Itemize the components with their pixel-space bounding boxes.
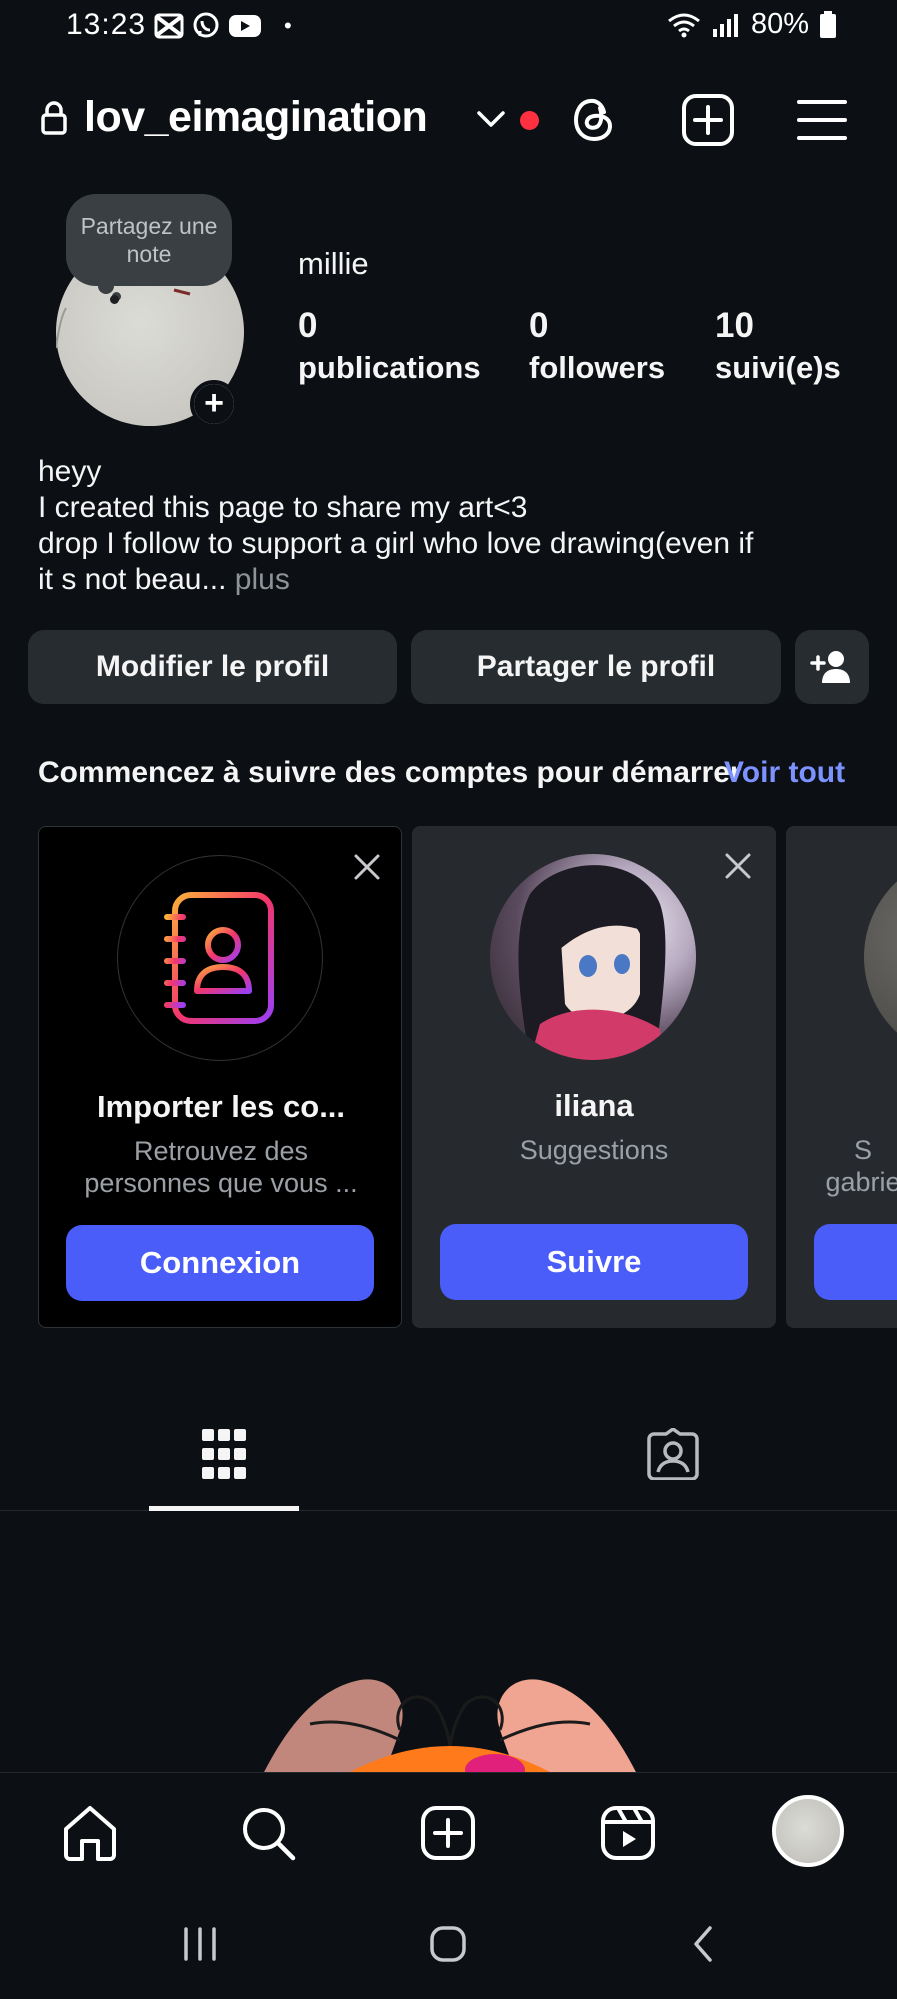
profile-avatar[interactable] [772, 1795, 844, 1867]
status-time: 13:23 [66, 8, 147, 41]
tab-posts-grid[interactable] [149, 1424, 299, 1484]
note-bubble[interactable]: Partagez une note [66, 194, 232, 286]
card-subtitle: S [853, 1135, 872, 1165]
wifi-icon [668, 13, 700, 37]
suggestion-card-iliana: iliana Suggestions Suivre [412, 826, 776, 1328]
add-story-button[interactable]: + [190, 380, 238, 428]
stat-label: publications [298, 350, 481, 385]
menu-icon[interactable] [794, 92, 850, 148]
add-person-icon [810, 651, 850, 683]
stat-label: followers [529, 350, 666, 385]
tab-active-indicator [149, 1506, 299, 1511]
notification-dot [520, 111, 539, 130]
user-avatar[interactable] [490, 854, 696, 1060]
close-icon[interactable] [347, 847, 387, 887]
recent-apps-icon[interactable] [180, 1924, 220, 1969]
bio-more-link[interactable]: plus [226, 563, 290, 596]
bio-line: drop I follow to support a girl who love… [38, 527, 754, 560]
threads-icon[interactable] [566, 92, 622, 148]
missed-call-icon [154, 13, 184, 39]
card-subtitle: personnes que vous ... [84, 1168, 358, 1198]
suggestion-card-import: Importer les co... Retrouvez des personn… [38, 826, 402, 1328]
signal-icon [712, 13, 738, 37]
bio-line: I created this page to share my art<3 [38, 491, 528, 524]
connect-button[interactable]: Connexion [66, 1225, 374, 1301]
see-all-link[interactable]: Voir tout [724, 756, 845, 790]
plus-icon: + [194, 384, 234, 424]
search-icon[interactable] [238, 1803, 298, 1868]
lock-icon [40, 100, 68, 141]
suggestion-card-partial: S gabrie [786, 826, 897, 1328]
card-title[interactable]: iliana [412, 1088, 776, 1124]
display-name: millie [298, 246, 369, 281]
avatar-spot [110, 295, 119, 304]
chevron-down-icon[interactable] [474, 104, 508, 139]
create-icon[interactable] [418, 1803, 478, 1868]
note-bubble-text: Partagez une note [80, 213, 218, 267]
status-system-icons: 80% [667, 8, 837, 41]
bio-line: heyy [38, 455, 102, 488]
stat-publications[interactable]: 0 publications [298, 306, 481, 386]
card-subtitle: gabrie [825, 1167, 897, 1197]
home-icon[interactable] [60, 1803, 120, 1868]
bio-line: it s not beau... [38, 563, 227, 596]
back-icon[interactable] [684, 1924, 724, 1969]
card-title: Importer les co... [96, 1089, 346, 1124]
share-profile-button[interactable]: Partager le profil [411, 630, 781, 704]
connect-label: Connexion [139, 1245, 301, 1280]
tab-tagged[interactable] [598, 1424, 748, 1484]
close-icon[interactable] [718, 846, 758, 886]
card-subtitle: Suggestions [519, 1135, 669, 1165]
empty-state-illustration [250, 1660, 650, 1772]
card-subtitle: Retrouvez des [133, 1136, 309, 1166]
home-button-icon[interactable] [428, 1924, 468, 1969]
system-navigation [0, 1890, 897, 1999]
share-profile-label: Partager le profil [476, 650, 716, 683]
profile-bio: heyy I created this page to share my art… [38, 454, 868, 598]
stat-value: 0 [298, 306, 318, 345]
tabs-divider [0, 1510, 897, 1511]
account-username[interactable]: lov_eimagination [84, 93, 428, 142]
create-post-icon[interactable] [680, 92, 736, 148]
status-bar: 13:23 • 80% [0, 0, 897, 54]
viber-icon [193, 12, 219, 38]
battery-icon [820, 10, 836, 38]
user-avatar[interactable] [864, 854, 897, 1060]
follow-label: Suivre [546, 1244, 642, 1279]
edit-profile-label: Modifier le profil [95, 650, 330, 683]
bottom-navigation [0, 1772, 897, 1890]
discover-people-button[interactable] [795, 630, 869, 704]
status-dot: • [284, 13, 292, 38]
stat-following[interactable]: 10 suivi(e)s [715, 306, 841, 386]
follow-button[interactable]: Suivre [440, 1224, 748, 1300]
grid-icon [202, 1429, 246, 1479]
stat-value: 0 [529, 306, 549, 345]
contacts-icon [117, 855, 323, 1061]
edit-profile-button[interactable]: Modifier le profil [28, 630, 397, 704]
follow-button[interactable] [814, 1224, 897, 1300]
status-notification-icons: • [154, 12, 292, 40]
battery-percent: 80% [750, 8, 809, 40]
tagged-icon [647, 1428, 699, 1480]
suggestions-title: Commencez à suivre des comptes pour déma… [38, 756, 742, 789]
youtube-icon [229, 15, 261, 37]
stat-label: suivi(e)s [715, 350, 841, 385]
stat-followers[interactable]: 0 followers [529, 306, 665, 386]
reels-icon[interactable] [598, 1803, 658, 1868]
stat-value: 10 [715, 306, 754, 345]
